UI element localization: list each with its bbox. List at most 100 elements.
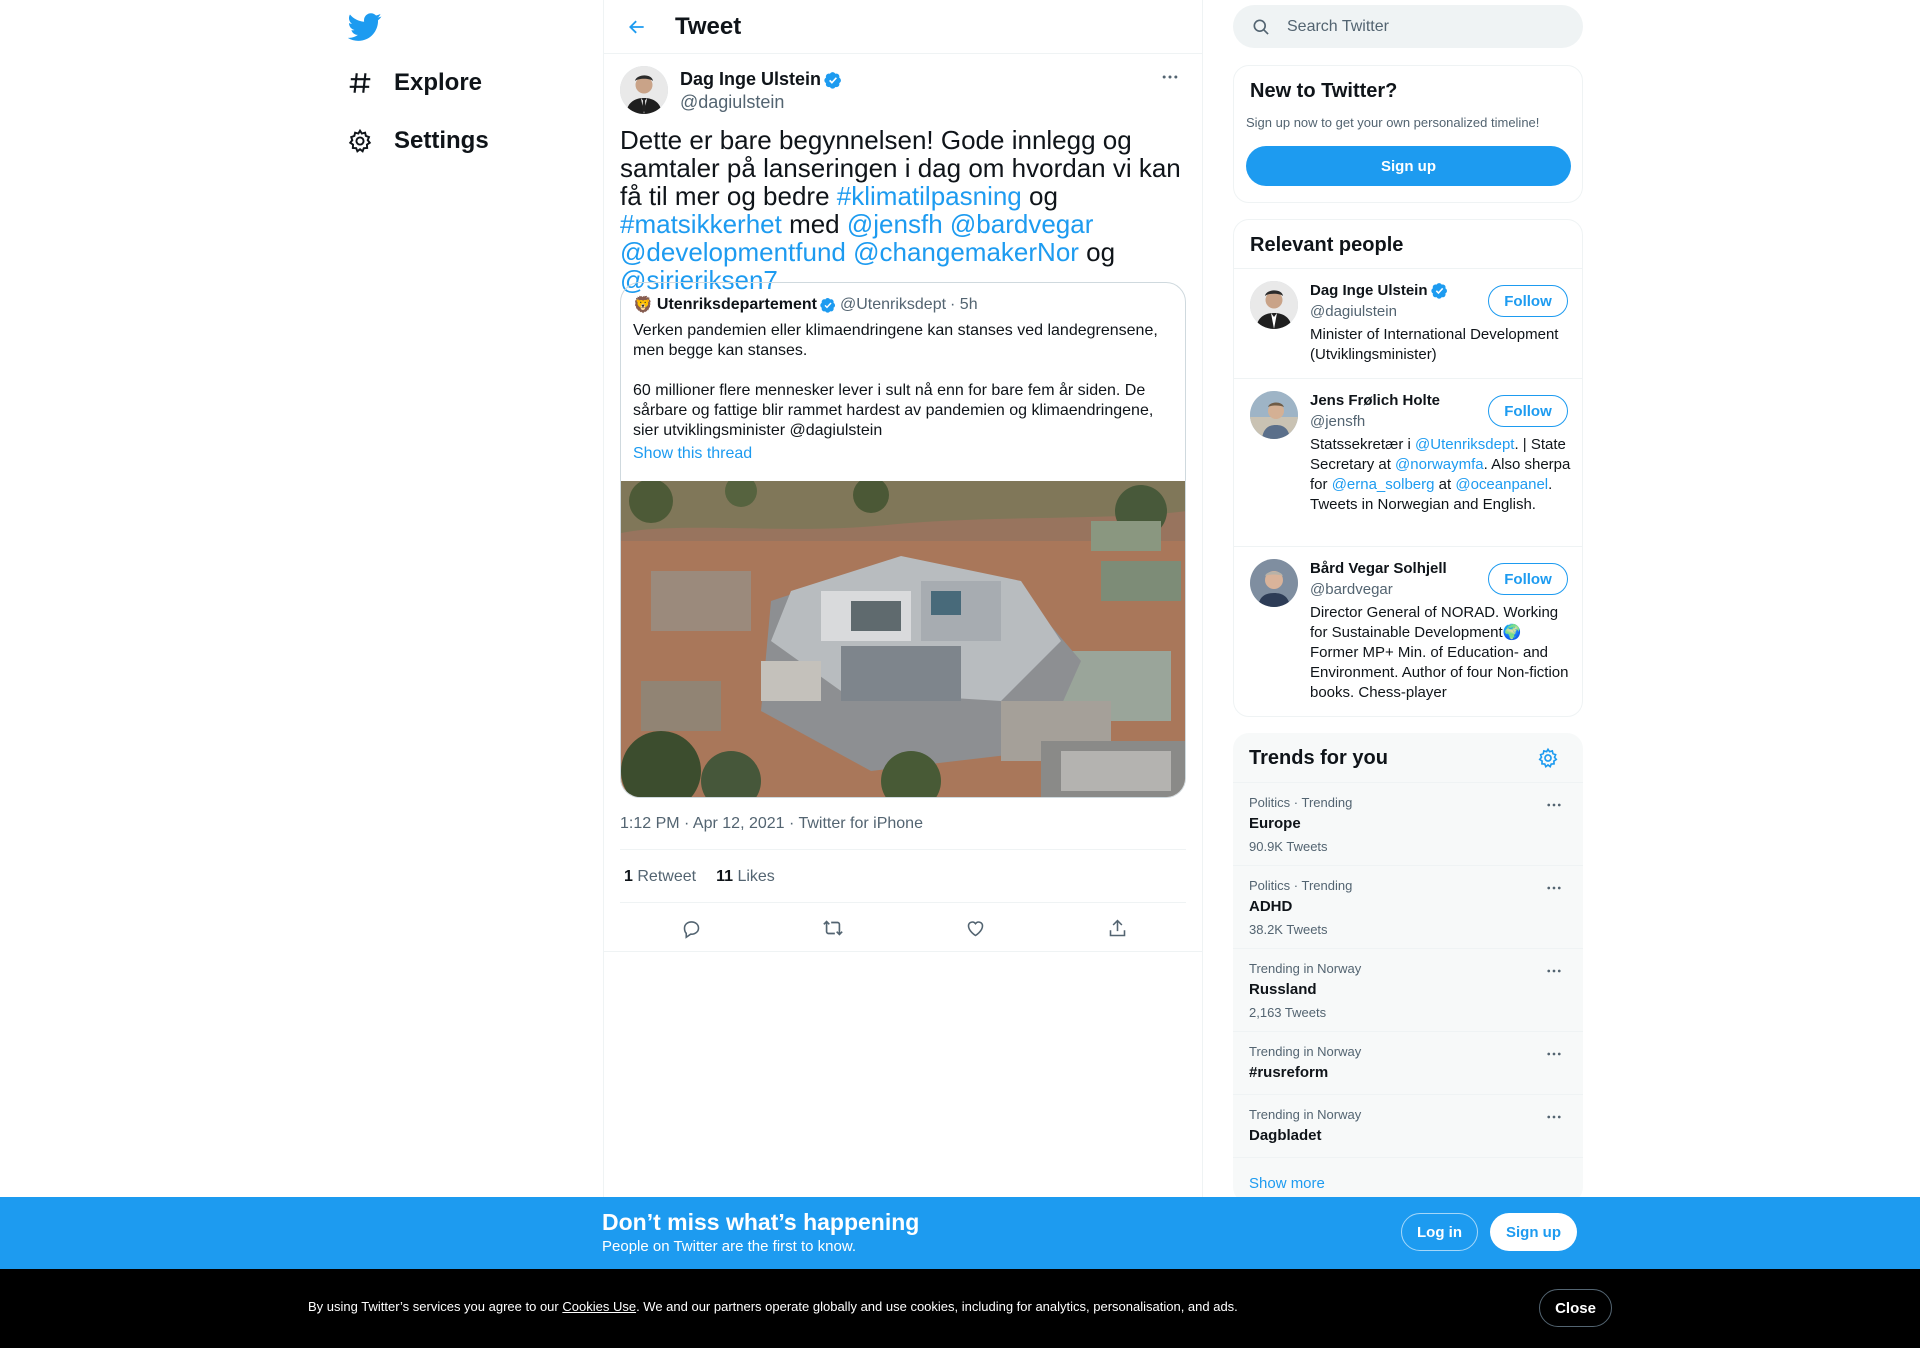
share-icon[interactable] [1099,910,1135,946]
trend-context: Politics · Trending [1249,795,1353,810]
divider [620,849,1186,850]
new-to-twitter-card: New to Twitter? Sign up now to get your … [1233,65,1583,203]
person-name: Dag Inge Ulstein [1310,282,1428,299]
trend-item[interactable]: Politics · Trending Europe 90.9K Tweets [1233,782,1583,865]
cookie-text-before: By using Twitter’s services you agree to… [308,1299,563,1314]
person-item[interactable]: Dag Inge Ulstein @dagiulstein Minister o… [1234,268,1582,378]
person-bio: Statssekretær i @Utenriksdept. | State S… [1310,435,1572,515]
mention-link[interactable]: @oceanpanel [1455,476,1548,493]
divider [1233,1157,1583,1158]
more-options-icon[interactable] [1152,62,1188,92]
tweet-author-handle[interactable]: @dagiulstein [680,92,842,113]
back-arrow-icon[interactable] [617,7,657,47]
tweet-text-part: med [781,209,847,239]
nav-explore[interactable]: Explore [340,57,482,109]
cookies-use-link[interactable]: Cookies Use [562,1299,636,1314]
signup-banner-subtitle: People on Twitter are the first to know. [602,1238,857,1255]
trend-item[interactable]: Trending in Norway Dagbladet [1233,1094,1583,1157]
tweet-stats: 1 Retweet 11 Likes [624,868,775,886]
person-handle: @jensfh [1310,413,1366,430]
more-options-icon[interactable] [1539,1044,1569,1064]
person-bio: Director General of NORAD. Working for S… [1310,604,1569,701]
reply-icon[interactable] [673,910,709,946]
likes-label: Likes [737,868,775,885]
trend-count: 38.2K Tweets [1249,922,1328,937]
trend-count: 90.9K Tweets [1249,839,1328,854]
more-options-icon[interactable] [1539,878,1569,898]
person-item[interactable]: Bård Vegar Solhjell @bardvegar Director … [1234,546,1582,716]
verified-badge-icon [820,297,836,313]
trend-name: Russland [1249,981,1317,998]
hashtag-link[interactable]: #matsikkerhet [620,209,782,239]
person-bio: Minister of International Development (U… [1310,326,1559,363]
mention-link[interactable]: @bardvegar [950,209,1093,239]
trend-context: Politics · Trending [1249,878,1353,893]
mention-link[interactable]: @changemakerNor [853,237,1079,267]
show-thread-link[interactable]: Show this thread [633,445,752,463]
like-heart-icon[interactable] [957,910,993,946]
divider [604,951,1202,952]
quoted-media-image[interactable] [621,475,1185,797]
avatar[interactable] [1250,391,1298,439]
mention-link[interactable]: @developmentfund [620,237,846,267]
likes-count[interactable]: 11 Likes [716,868,775,886]
avatar[interactable] [1250,559,1298,607]
retweet-icon[interactable] [815,910,851,946]
tweet-actions [620,910,1188,946]
tweet-text: Dette er bare begynnelsen! Gode innlegg … [620,126,1190,294]
signup-banner: Don’t miss what’s happening People on Tw… [0,1197,1920,1269]
follow-button[interactable]: Follow [1488,395,1568,427]
follow-button[interactable]: Follow [1488,563,1568,595]
more-options-icon[interactable] [1539,961,1569,981]
signup-button[interactable]: Sign up [1246,146,1571,186]
trends-title: Trends for you [1249,747,1388,769]
tweet-meta[interactable]: 1:12 PM · Apr 12, 2021 · Twitter for iPh… [620,815,923,833]
relevant-people-card: Relevant people Dag Inge Ulstein @dagiul… [1233,219,1583,717]
search-input[interactable] [1287,17,1547,36]
nav-settings[interactable]: Settings [340,115,489,167]
trend-context: Trending in Norway [1249,1107,1362,1122]
mention-link[interactable]: @norwaymfa [1395,456,1484,473]
more-options-icon[interactable] [1539,1107,1569,1127]
follow-button[interactable]: Follow [1488,285,1568,317]
new-to-twitter-subtitle: Sign up now to get your own personalized… [1246,115,1540,130]
bio-text: at [1434,476,1456,493]
close-button[interactable]: Close [1539,1289,1612,1327]
retweets-count[interactable]: 1 Retweet [624,868,696,886]
trend-count: 2,163 Tweets [1249,1005,1327,1020]
login-button[interactable]: Log in [1401,1213,1478,1251]
gear-icon[interactable] [1537,747,1561,771]
mention-link[interactable]: @erna_solberg [1332,476,1435,493]
relevant-people-title: Relevant people [1250,234,1404,256]
trend-item[interactable]: Politics · Trending ADHD 38.2K Tweets [1233,865,1583,948]
twitter-logo-icon[interactable] [347,10,382,44]
trend-item[interactable]: Trending in Norway #rusreform [1233,1031,1583,1094]
more-options-icon[interactable] [1539,795,1569,815]
person-name: Bård Vegar Solhjell [1310,560,1447,577]
cookies-use-link-text: Cookies Use [562,1299,637,1314]
tweet-text-part: og [1078,237,1116,267]
tweet-author: Dag Inge Ulstein @dagiulstein [620,66,842,114]
new-to-twitter-title: New to Twitter? [1250,80,1398,102]
quoted-author-emoji: 🦁 [633,297,653,314]
nav-settings-label: Settings [394,127,489,154]
trend-item[interactable]: Trending in Norway Russland 2,163 Tweets [1233,948,1583,1031]
show-more-link[interactable]: Show more [1249,1175,1325,1192]
search-bar[interactable] [1233,5,1583,48]
quoted-tweet[interactable]: 🦁 Utenriksdepartement @Utenriksdept · 5h… [620,282,1186,798]
cookie-banner: By using Twitter’s services you agree to… [0,1269,1920,1348]
signup-button[interactable]: Sign up [1490,1213,1577,1251]
avatar[interactable] [620,66,668,114]
divider [620,902,1186,903]
hashtag-link[interactable]: #klimatilpasning [837,181,1022,211]
mention-link[interactable]: @Utenriksdept [1415,436,1514,453]
person-item[interactable]: Jens Frølich Holte @jensfh Statssekretær… [1234,378,1582,546]
avatar[interactable] [1250,281,1298,329]
person-handle: @bardvegar [1310,581,1393,598]
tweet-author-name[interactable]: Dag Inge Ulstein [680,69,821,90]
cookie-text: By using Twitter’s services you agree to… [308,1299,1238,1314]
cookie-text-after: . We and our partners operate globally a… [636,1299,1238,1314]
main-column: Tweet Dag Inge Ulstein @dagiulstein Dett… [603,0,1203,1348]
mention-link[interactable]: @jensfh [847,209,943,239]
person-name: Jens Frølich Holte [1310,392,1441,409]
